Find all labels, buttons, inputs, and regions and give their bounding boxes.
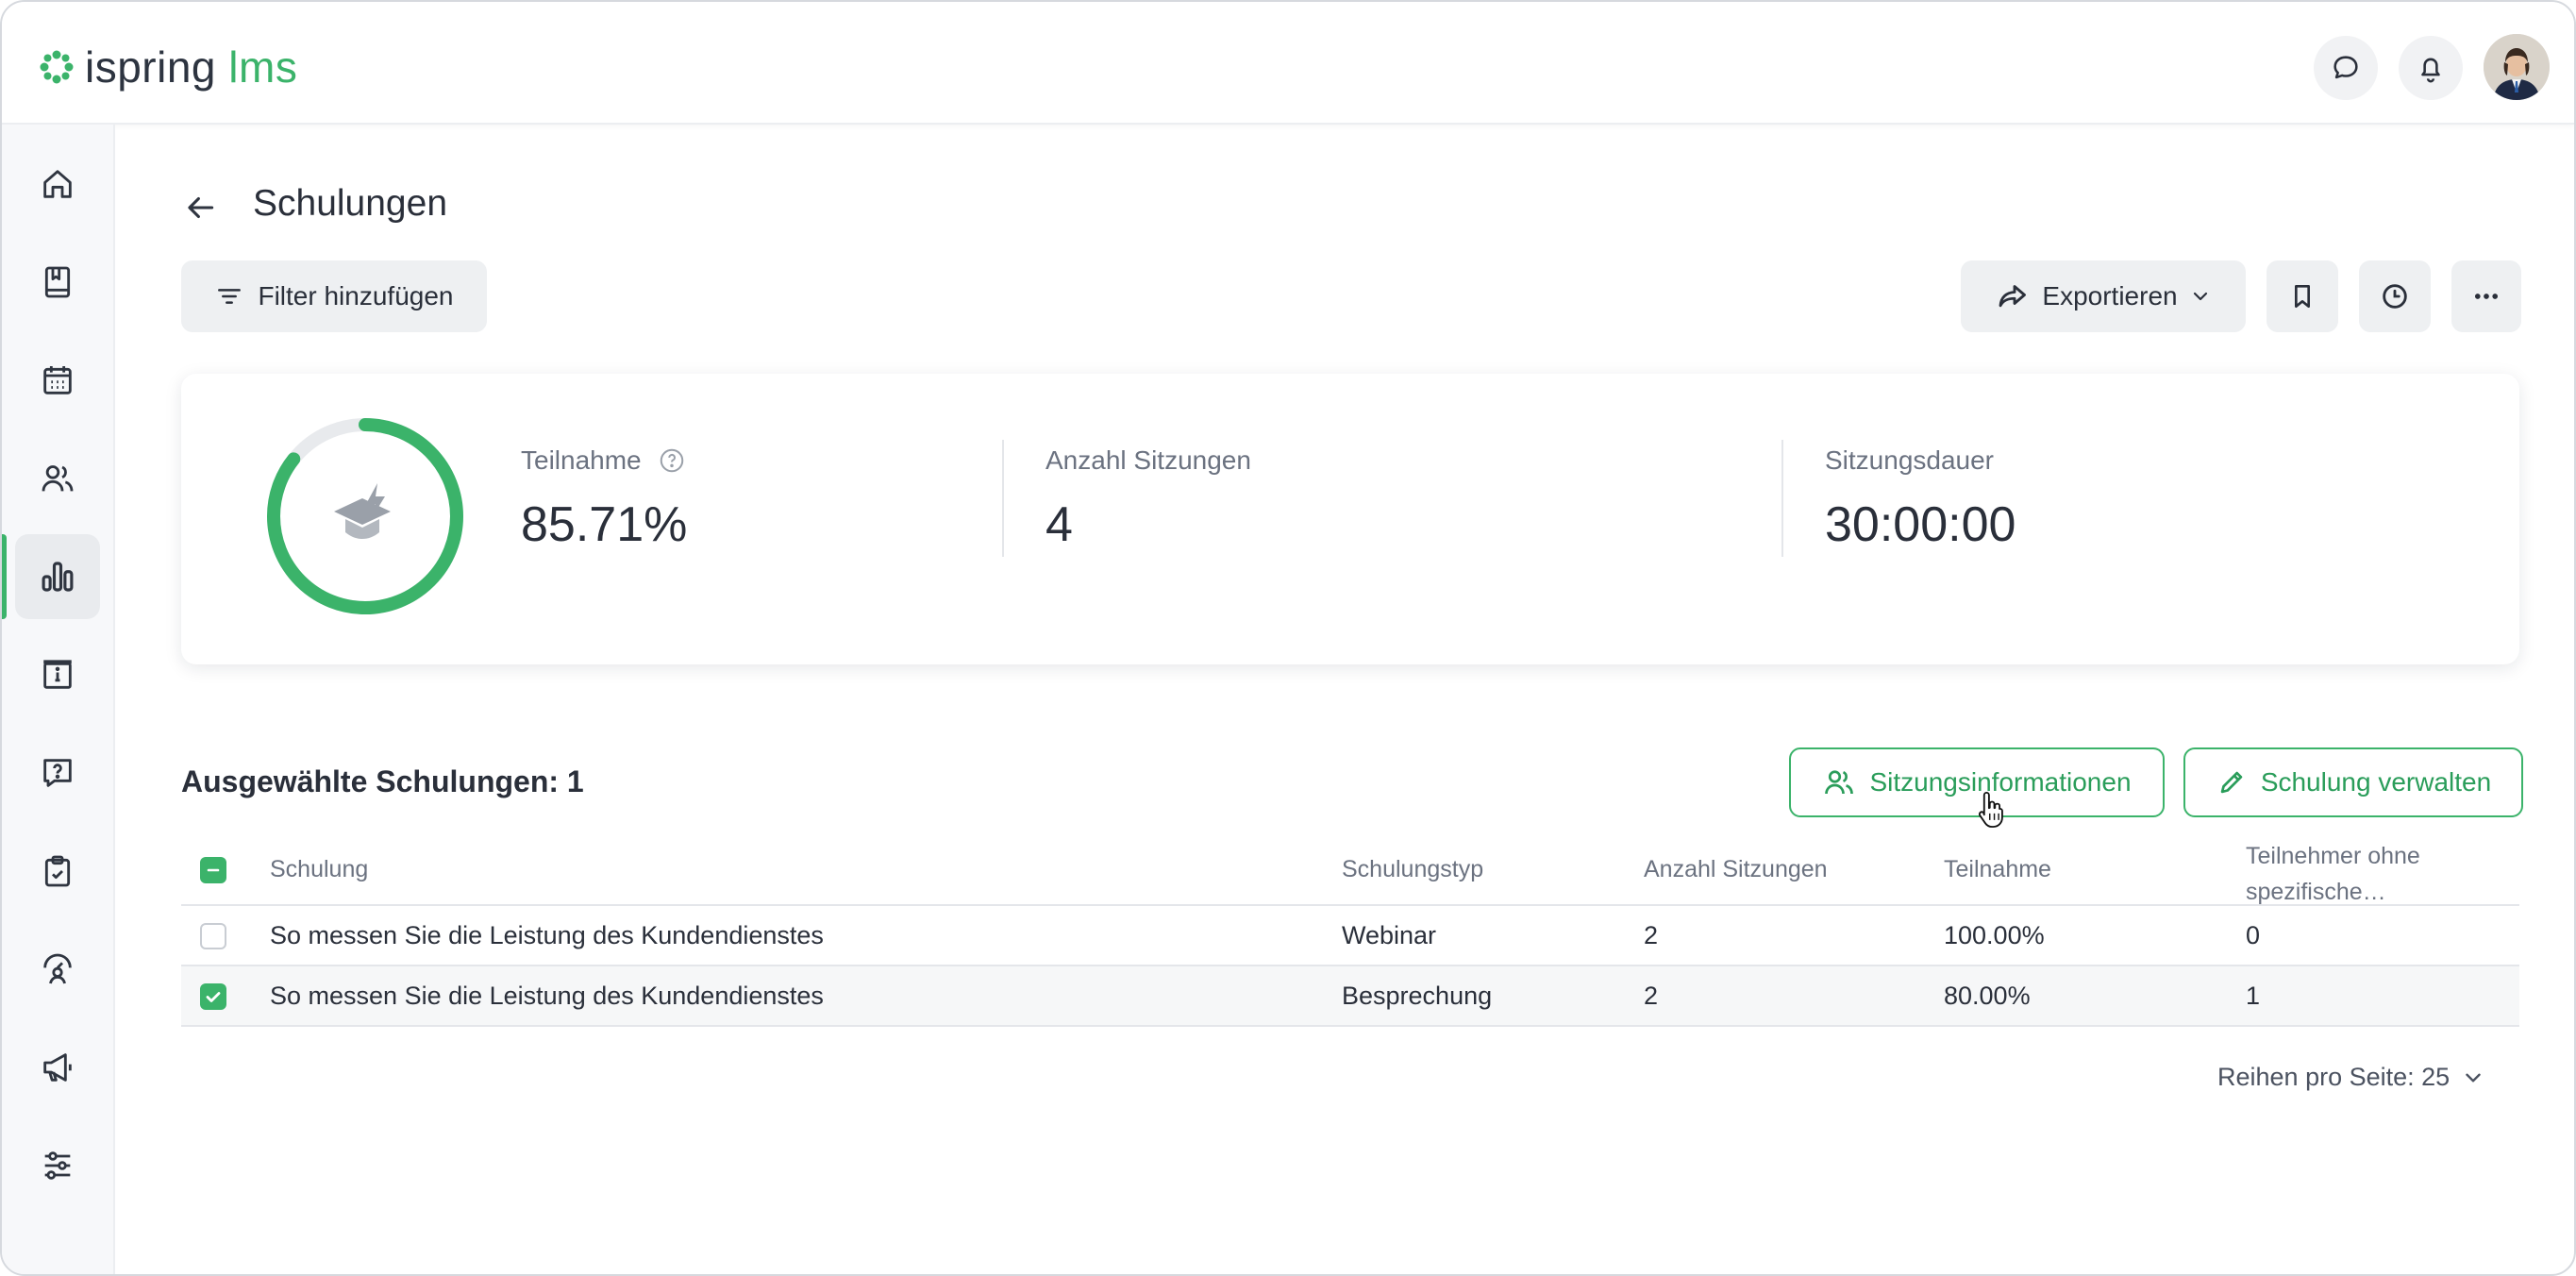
home-icon xyxy=(43,170,72,198)
avatar[interactable] xyxy=(2484,34,2550,100)
more-options-button[interactable] xyxy=(2451,260,2521,332)
without-specific-cell: 0 xyxy=(2246,921,2261,949)
divider xyxy=(1002,440,1004,557)
active-indicator xyxy=(2,534,7,619)
users-icon xyxy=(1825,770,1854,795)
graduation-cap-icon xyxy=(334,483,391,539)
pencil-icon xyxy=(2220,771,2243,794)
sidebar-item-announcements[interactable] xyxy=(15,1025,100,1110)
sidebar-item-performance[interactable] xyxy=(15,927,100,1012)
type-cell: Webinar xyxy=(1342,921,1437,949)
manage-training-label: Schulung verwalten xyxy=(2260,767,2492,797)
chevron-down-icon xyxy=(2193,292,2207,301)
rows-per-page-label: Reihen pro Seite: 25 xyxy=(2217,1063,2451,1091)
column-header-type[interactable]: Schulungstyp xyxy=(1342,856,1483,883)
back-button[interactable] xyxy=(179,187,221,228)
check-icon xyxy=(206,992,221,1002)
filter-icon xyxy=(218,289,242,304)
sidebar-item-reports[interactable] xyxy=(15,534,100,619)
sidebar-item-info[interactable] xyxy=(15,632,100,717)
chevron-down-icon xyxy=(2466,1073,2481,1082)
page-title: Schulungen xyxy=(253,183,448,224)
sidebar-item-courses[interactable] xyxy=(15,240,100,325)
user-photo-icon xyxy=(2484,34,2550,100)
notifications-button[interactable] xyxy=(2399,36,2463,100)
users-icon xyxy=(42,465,74,492)
chat-icon xyxy=(2333,56,2358,79)
table-header-divider xyxy=(181,904,2519,906)
summary-card: Teilnahme 85.71% Anzahl Sitzungen 4 Sitz… xyxy=(181,374,2519,664)
type-cell: Besprechung xyxy=(1342,982,1493,1010)
duration-value: 30:00:00 xyxy=(1825,497,2016,552)
row-checkbox[interactable] xyxy=(200,983,226,1010)
arrow-left-icon xyxy=(188,196,214,219)
sessions-label: Anzahl Sitzungen xyxy=(1045,445,1251,475)
select-all-checkbox[interactable] xyxy=(200,857,226,883)
selected-count: Ausgewählte Schulungen: 1 xyxy=(181,764,584,798)
bell-icon xyxy=(2421,58,2440,83)
column-header-training[interactable]: Schulung xyxy=(270,856,368,883)
logo[interactable]: ispring lms xyxy=(38,42,297,92)
row-checkbox[interactable] xyxy=(200,923,226,949)
bookmark-icon xyxy=(2295,285,2310,308)
help-circle-icon[interactable] xyxy=(658,446,686,475)
sidebar-item-settings[interactable] xyxy=(15,1123,100,1208)
rows-per-page-select[interactable]: Reihen pro Seite: 25 xyxy=(2217,1063,2485,1092)
column-header-sessions[interactable]: Anzahl Sitzungen xyxy=(1644,856,1828,883)
logo-icon xyxy=(40,50,74,84)
sidebar-item-calendar[interactable] xyxy=(15,338,100,423)
minus-icon xyxy=(207,868,220,872)
info-board-icon xyxy=(43,660,72,689)
calendar-icon xyxy=(43,366,72,395)
share-arrow-icon xyxy=(1999,285,2027,308)
manage-training-button[interactable]: Schulung verwalten xyxy=(2183,747,2523,817)
participation-label: Teilnahme xyxy=(521,445,686,476)
duration-label: Sitzungsdauer xyxy=(1825,445,1995,475)
history-button[interactable] xyxy=(2359,260,2431,332)
person-gauge-icon xyxy=(43,953,72,984)
participation-donut xyxy=(267,418,463,614)
question-icon xyxy=(43,759,72,787)
sessions-cell: 2 xyxy=(1644,921,1659,949)
reports-icon xyxy=(42,562,74,592)
book-icon xyxy=(44,266,71,298)
divider xyxy=(1781,440,1783,557)
row-divider xyxy=(181,1025,2519,1027)
column-header-without-specific[interactable]: Teilnehmer ohne spezifische… xyxy=(2246,838,2420,910)
sessions-cell: 2 xyxy=(1644,982,1659,1010)
sessions-value: 4 xyxy=(1045,497,1073,552)
more-horizontal-icon xyxy=(2474,294,2499,299)
training-name-cell[interactable]: So messen Sie die Leistung des Kundendie… xyxy=(270,982,824,1011)
add-filter-button[interactable]: Filter hinzufügen xyxy=(181,260,487,332)
clipboard-check-icon xyxy=(44,855,71,887)
hand-cursor-icon xyxy=(1978,791,2003,828)
bookmark-button[interactable] xyxy=(2267,260,2338,332)
top-bar: ispring lms xyxy=(2,2,2574,125)
sidebar-item-home[interactable] xyxy=(15,142,100,227)
app-window: ispring lms Schulungen Filter hinzufügen… xyxy=(0,0,2576,1276)
sidebar-item-users[interactable] xyxy=(15,436,100,521)
sidebar xyxy=(2,125,115,1274)
clock-icon xyxy=(2383,284,2407,309)
megaphone-icon xyxy=(43,1053,72,1082)
chat-button[interactable] xyxy=(2314,36,2378,100)
export-button[interactable]: Exportieren xyxy=(1961,260,2246,332)
participation-cell: 100.00% xyxy=(1944,921,2045,949)
sliders-icon xyxy=(44,1151,71,1180)
add-filter-label: Filter hinzufügen xyxy=(258,281,454,311)
sidebar-item-tasks[interactable] xyxy=(15,829,100,914)
export-label: Exportieren xyxy=(2042,281,2178,311)
sidebar-item-questions[interactable] xyxy=(15,730,100,815)
participation-cell: 80.00% xyxy=(1944,982,2031,1010)
logo-text: ispring lms xyxy=(85,42,298,92)
participation-value: 85.71% xyxy=(521,497,688,552)
training-name-cell[interactable]: So messen Sie die Leistung des Kundendie… xyxy=(270,921,824,950)
column-header-participation[interactable]: Teilnahme xyxy=(1944,856,2051,883)
without-specific-cell: 1 xyxy=(2246,982,2261,1010)
